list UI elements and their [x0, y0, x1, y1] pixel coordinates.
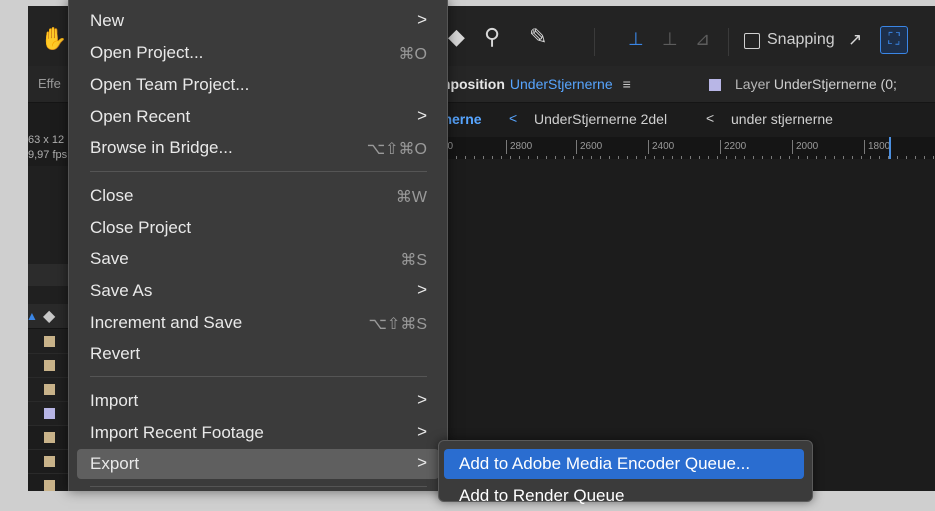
- label-tag-icon[interactable]: ◆: [43, 306, 55, 326]
- layer-label-swatch[interactable]: [44, 360, 55, 371]
- menu-item-label: Open Project...: [90, 43, 204, 62]
- menu-item-shortcut: ⌘W: [395, 189, 427, 206]
- export-submenu: Add to Adobe Media Encoder Queue... Add …: [438, 440, 813, 505]
- menu-item-label: Save: [90, 249, 129, 268]
- tab-composition[interactable]: mposition UnderStjernerne ≡: [438, 76, 631, 92]
- toolbar-divider: [594, 28, 595, 56]
- menu-item-label: Browse in Bridge...: [90, 138, 233, 157]
- menu-separator: [90, 486, 427, 487]
- menu-item-label: Open Team Project...: [90, 75, 250, 94]
- menu-item-save[interactable]: Save ⌘S: [69, 244, 447, 274]
- menu-item-shortcut: ⌘S: [400, 252, 427, 269]
- snap-edge-icon[interactable]: ↗: [848, 29, 862, 51]
- tab-layer[interactable]: Layer UnderStjernerne (0;: [735, 76, 897, 92]
- breadcrumb-item[interactable]: UnderStjernerne 2del: [534, 111, 667, 127]
- toolbar-divider: [728, 28, 729, 56]
- menu-item-shortcut: ⌘O: [398, 46, 427, 63]
- layer-label-swatch[interactable]: [44, 384, 55, 395]
- menu-item-label: Save As: [90, 281, 153, 300]
- composition-tab-prefix: mposition: [438, 76, 505, 92]
- puppet-pin-icon[interactable]: ⚲: [484, 26, 500, 48]
- layer-label-swatch[interactable]: [44, 408, 55, 419]
- menu-item-browse-in-bridge[interactable]: Browse in Bridge... ⌥⇧⌘O: [69, 133, 447, 163]
- sort-triangle-icon[interactable]: ▲: [28, 309, 38, 323]
- file-menu: New > Open Project... ⌘O Open Team Proje…: [68, 0, 448, 491]
- menu-item-label: New: [90, 11, 125, 30]
- menu-item-export[interactable]: Export >: [77, 449, 439, 479]
- submenu-arrow-icon: >: [417, 106, 427, 125]
- menu-item-label: Add to Adobe Media Encoder Queue...: [459, 454, 751, 473]
- layer-label-swatch[interactable]: [44, 456, 55, 467]
- menu-item-label: Add to Render Queue: [459, 486, 625, 505]
- ruler-tick-label: 1800: [864, 140, 890, 154]
- pin-icon[interactable]: ✎: [529, 26, 547, 48]
- breadcrumb-separator: <: [706, 110, 715, 126]
- menu-item-open-recent[interactable]: Open Recent >: [69, 102, 447, 132]
- menu-item-label: Import Recent Footage: [90, 423, 264, 442]
- menu-item-open-project[interactable]: Open Project... ⌘O: [69, 38, 447, 68]
- axis-view-icon[interactable]: ⊿: [695, 28, 710, 50]
- menu-item-label: Import: [90, 391, 139, 410]
- ruler-tick-label: 2000: [792, 140, 818, 154]
- comp-fps-text: 9,97 fps: [28, 149, 68, 161]
- hand-icon[interactable]: ✋: [40, 28, 67, 50]
- submenu-arrow-icon: >: [417, 10, 427, 29]
- menu-item-import-recent-footage[interactable]: Import Recent Footage >: [69, 418, 447, 448]
- composition-tab-name: UnderStjernerne: [509, 76, 613, 92]
- menu-item-label: Revert: [90, 344, 141, 363]
- ruler-tick-label: 2400: [648, 140, 674, 154]
- menu-item-label: Increment and Save: [90, 313, 243, 332]
- menu-item-open-team-project[interactable]: Open Team Project...: [69, 70, 447, 100]
- layer-label-swatch[interactable]: [44, 336, 55, 347]
- snapping-checkbox[interactable]: [744, 33, 760, 49]
- menu-item-label: Close Project: [90, 218, 192, 237]
- submenu-arrow-icon: >: [417, 453, 427, 472]
- menu-item-save-as[interactable]: Save As >: [69, 276, 447, 306]
- menu-item-label: Export: [90, 454, 140, 473]
- menu-item-close[interactable]: Close ⌘W: [69, 181, 447, 211]
- menu-item-label: Open Recent: [90, 107, 191, 126]
- menu-item-increment-and-save[interactable]: Increment and Save ⌥⇧⌘S: [69, 308, 447, 338]
- menu-item-import[interactable]: Import >: [69, 386, 447, 416]
- layer-tab-name: UnderStjernerne (0;: [773, 76, 897, 92]
- layer-tab-prefix: Layer: [735, 76, 771, 92]
- menu-item-close-project[interactable]: Close Project: [69, 213, 447, 243]
- menu-item-label: Close: [90, 186, 134, 205]
- time-ruler[interactable]: 00 2800 2600 2400 2200 2000 1800: [438, 137, 935, 159]
- submenu-arrow-icon: >: [417, 422, 427, 441]
- submenu-arrow-icon: >: [417, 280, 427, 299]
- breadcrumb-separator: <: [509, 110, 518, 126]
- snap-grid-icon[interactable]: ⛶: [880, 26, 908, 54]
- menu-item-new[interactable]: New >: [69, 6, 447, 36]
- menu-item-shortcut: ⌥⇧⌘O: [366, 141, 427, 158]
- layer-color-swatch: [709, 79, 721, 91]
- ruler-tick-label: 2600: [576, 140, 602, 154]
- menu-item-revert[interactable]: Revert: [69, 339, 447, 369]
- menu-item-add-to-render-queue[interactable]: Add to Render Queue: [444, 481, 804, 511]
- effects-tab[interactable]: Effe: [38, 76, 61, 91]
- ruler-tick-label: 2800: [506, 140, 532, 154]
- submenu-arrow-icon: >: [417, 390, 427, 409]
- comp-size-text: 63 x 12: [28, 134, 65, 146]
- snapping-label: Snapping: [767, 31, 835, 48]
- menu-item-add-to-media-encoder-queue[interactable]: Add to Adobe Media Encoder Queue...: [444, 449, 804, 479]
- axis-world-icon[interactable]: ⊥: [662, 28, 678, 50]
- layer-label-swatch[interactable]: [44, 480, 55, 491]
- menu-separator: [90, 171, 427, 172]
- menu-separator: [90, 376, 427, 377]
- layer-label-swatch[interactable]: [44, 432, 55, 443]
- ruler-tick-label: 2200: [720, 140, 746, 154]
- playhead[interactable]: [889, 137, 891, 159]
- breadcrumb-item[interactable]: under stjernerne: [731, 111, 833, 127]
- panel-menu-icon[interactable]: ≡: [623, 76, 631, 92]
- menu-item-shortcut: ⌥⇧⌘S: [368, 316, 427, 333]
- fill-tool-icon[interactable]: ◆: [448, 26, 465, 48]
- axis-local-icon[interactable]: ⊥: [628, 28, 644, 50]
